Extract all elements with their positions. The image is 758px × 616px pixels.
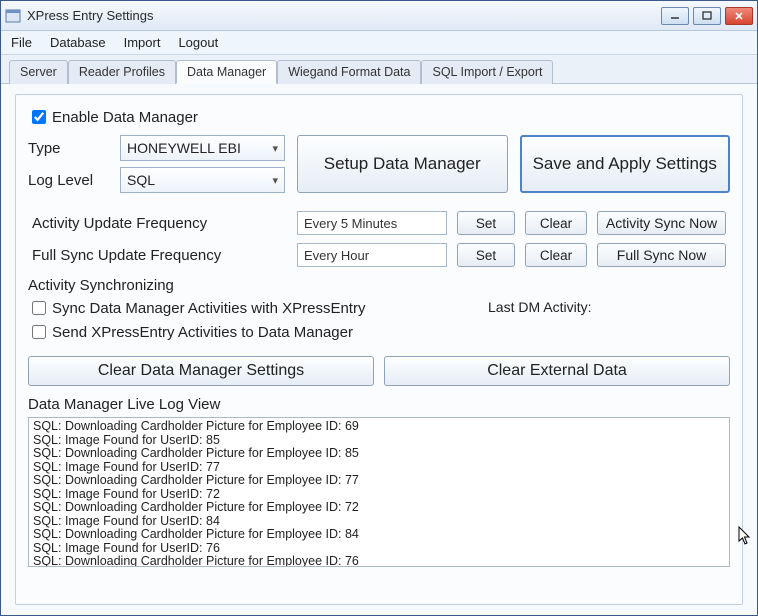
enable-row: Enable Data Manager xyxy=(28,107,730,127)
activity-freq-label: Activity Update Frequency xyxy=(32,215,287,232)
activity-sync-now-button[interactable]: Activity Sync Now xyxy=(597,211,726,235)
sync-title: Activity Synchronizing xyxy=(28,277,730,294)
loglevel-value: SQL xyxy=(127,172,155,188)
loglevel-label: Log Level xyxy=(28,172,108,189)
menubar: File Database Import Logout xyxy=(1,31,757,55)
clear-dm-settings-button[interactable]: Clear Data Manager Settings xyxy=(28,356,374,386)
fullsync-set-button[interactable]: Set xyxy=(457,243,515,267)
tab-server[interactable]: Server xyxy=(9,60,68,84)
menu-import[interactable]: Import xyxy=(124,35,161,50)
titlebar: XPress Entry Settings xyxy=(1,1,757,31)
log-line: SQL: Image Found for UserID: 77 xyxy=(33,461,725,475)
fullsync-freq-label: Full Sync Update Frequency xyxy=(32,247,287,264)
minimize-button[interactable] xyxy=(661,7,689,25)
last-dm-activity-label: Last DM Activity: xyxy=(488,299,591,315)
log-title: Data Manager Live Log View xyxy=(28,396,730,413)
loglevel-combo[interactable]: SQL xyxy=(120,167,285,193)
log-line: SQL: Downloading Cardholder Picture for … xyxy=(33,501,725,515)
clear-external-data-button[interactable]: Clear External Data xyxy=(384,356,730,386)
app-window: XPress Entry Settings File Database Impo… xyxy=(0,0,758,616)
sync-opt1-label: Sync Data Manager Activities with XPress… xyxy=(52,300,365,317)
window-title: XPress Entry Settings xyxy=(27,8,153,23)
log-line: SQL: Image Found for UserID: 84 xyxy=(33,515,725,529)
log-line: SQL: Downloading Cardholder Picture for … xyxy=(33,474,725,488)
setup-button[interactable]: Setup Data Manager xyxy=(297,135,508,193)
log-line: SQL: Downloading Cardholder Picture for … xyxy=(33,555,725,567)
log-line: SQL: Image Found for UserID: 76 xyxy=(33,542,725,556)
log-line: SQL: Downloading Cardholder Picture for … xyxy=(33,447,725,461)
log-line: SQL: Downloading Cardholder Picture for … xyxy=(33,420,725,434)
tab-data-manager[interactable]: Data Manager xyxy=(176,60,277,84)
maximize-button[interactable] xyxy=(693,7,721,25)
menu-database[interactable]: Database xyxy=(50,35,106,50)
activity-freq-input[interactable]: Every 5 Minutes xyxy=(297,211,447,235)
tab-sql-import-export[interactable]: SQL Import / Export xyxy=(421,60,553,84)
sync-opt2-label: Send XPressEntry Activities to Data Mana… xyxy=(52,324,353,341)
enable-label: Enable Data Manager xyxy=(52,109,198,126)
sync-opt2-checkbox[interactable] xyxy=(32,325,46,339)
app-icon xyxy=(5,8,21,24)
sync-section: Activity Synchronizing Sync Data Manager… xyxy=(28,277,730,342)
log-box[interactable]: SQL: Downloading Cardholder Picture for … xyxy=(28,417,730,567)
log-line: SQL: Downloading Cardholder Picture for … xyxy=(33,528,725,542)
log-line: SQL: Image Found for UserID: 72 xyxy=(33,488,725,502)
fullsync-freq-input[interactable]: Every Hour xyxy=(297,243,447,267)
enable-checkbox[interactable] xyxy=(32,110,46,124)
log-line: SQL: Image Found for UserID: 85 xyxy=(33,434,725,448)
full-sync-now-button[interactable]: Full Sync Now xyxy=(597,243,726,267)
type-value: HONEYWELL EBI xyxy=(127,140,241,156)
menu-logout[interactable]: Logout xyxy=(178,35,218,50)
fullsync-clear-button[interactable]: Clear xyxy=(525,243,587,267)
tab-reader-profiles[interactable]: Reader Profiles xyxy=(68,60,176,84)
menu-file[interactable]: File xyxy=(11,35,32,50)
type-label: Type xyxy=(28,140,108,157)
sync-opt1-checkbox[interactable] xyxy=(32,301,46,315)
activity-clear-button[interactable]: Clear xyxy=(525,211,587,235)
activity-set-button[interactable]: Set xyxy=(457,211,515,235)
content-area: Enable Data Manager Type HONEYWELL EBI S… xyxy=(1,84,757,615)
type-combo[interactable]: HONEYWELL EBI xyxy=(120,135,285,161)
data-manager-panel: Enable Data Manager Type HONEYWELL EBI S… xyxy=(15,94,743,605)
save-apply-button[interactable]: Save and Apply Settings xyxy=(520,135,731,193)
tabstrip: Server Reader Profiles Data Manager Wieg… xyxy=(1,55,757,84)
tab-wiegand[interactable]: Wiegand Format Data xyxy=(277,60,421,84)
close-button[interactable] xyxy=(725,7,753,25)
